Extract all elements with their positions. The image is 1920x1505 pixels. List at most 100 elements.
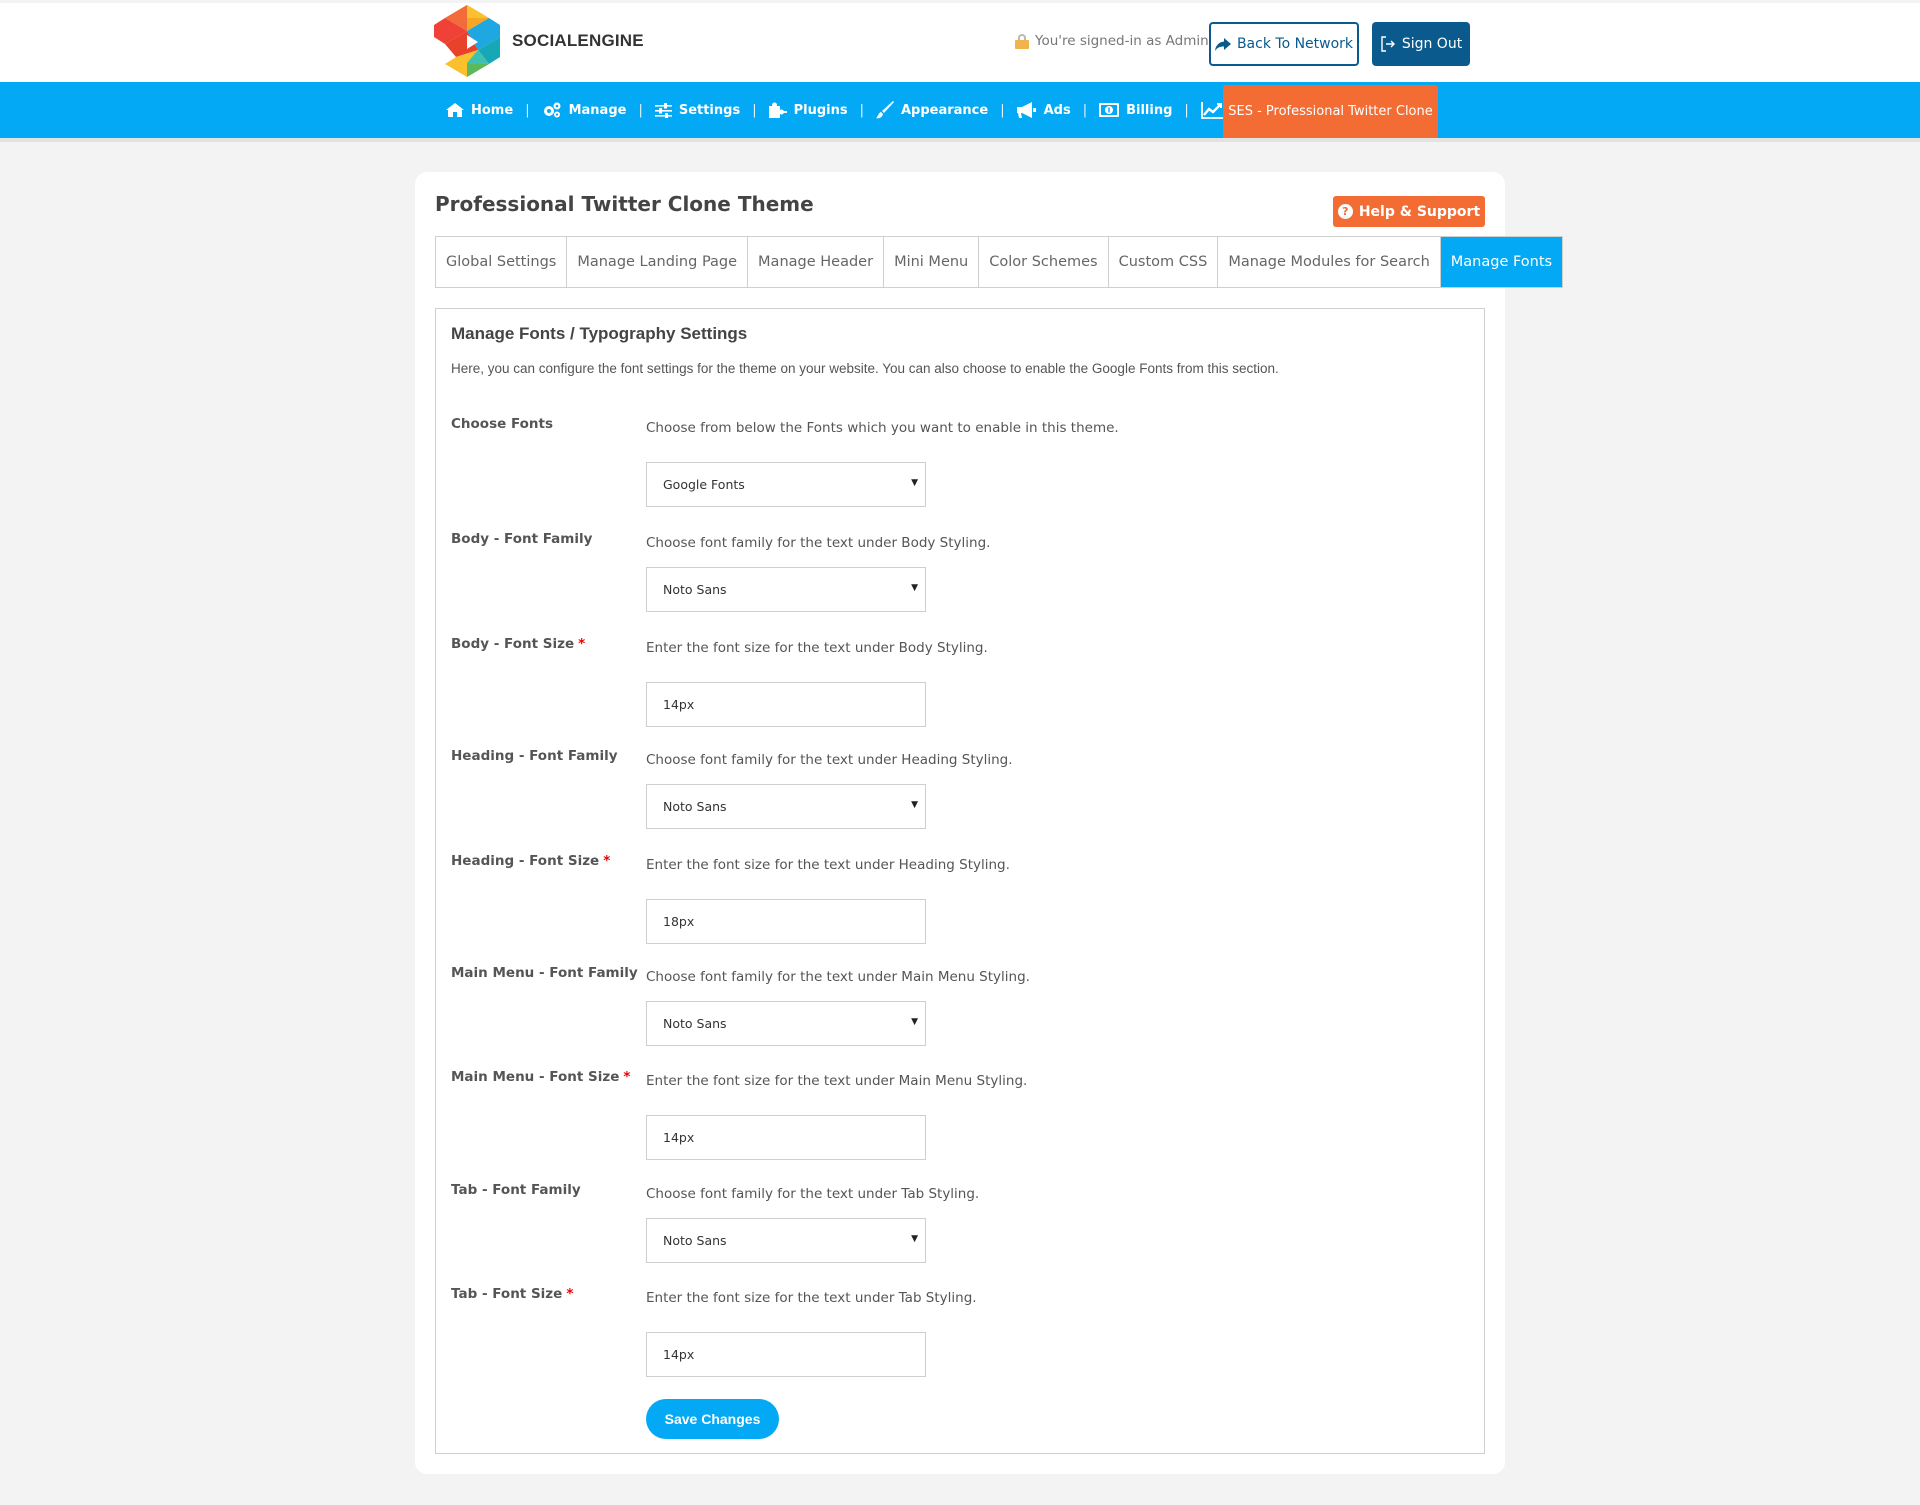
tab-font-size-input[interactable]: 14px (646, 1332, 926, 1377)
nav-shadow (0, 138, 1920, 142)
brush-icon (875, 101, 894, 119)
brand-name: SOCIALENGINE (512, 31, 644, 50)
tab-global-settings[interactable]: Global Settings (436, 237, 568, 287)
nav-item-plugins[interactable]: Plugins (768, 82, 848, 138)
tab-mini-menu[interactable]: Mini Menu (884, 237, 980, 287)
tab-font-family-select[interactable]: Noto Sans ▼ (646, 1218, 926, 1263)
field-description: Enter the font size for the text under M… (646, 1073, 1028, 1089)
tab-manage-fonts[interactable]: Manage Fonts (1440, 237, 1564, 287)
select-value: Noto Sans (663, 799, 727, 814)
nav-item-appearance[interactable]: Appearance (875, 82, 989, 138)
tab-manage-modules-for-search[interactable]: Manage Modules for Search (1218, 237, 1441, 287)
required-asterisk: * (603, 853, 611, 869)
nav-separator: | (1000, 102, 1005, 118)
back-to-network-label: Back To Network (1236, 36, 1354, 52)
select-value: Noto Sans (663, 1016, 727, 1031)
main-menu-font-family-select[interactable]: Noto Sans ▼ (646, 1001, 926, 1046)
back-to-network-button[interactable]: Back To Network (1209, 22, 1359, 66)
nav-separator: | (525, 102, 530, 118)
field-label: Choose Fonts (451, 416, 554, 432)
tab-color-schemes[interactable]: Color Schemes (979, 237, 1109, 287)
socialengine-logo-icon[interactable] (434, 5, 500, 77)
question-circle-icon: ? (1337, 204, 1353, 219)
sign-out-icon (1381, 36, 1395, 52)
help-support-button[interactable]: ? Help & Support (1333, 196, 1485, 227)
input-value: 14px (663, 1130, 695, 1145)
field-description: Choose from below the Fonts which you wa… (646, 420, 1119, 436)
nav-item-ses-professional-twitter-clone[interactable]: SES - Professional Twitter Clone (1223, 85, 1438, 138)
caret-down-icon: ▼ (911, 478, 918, 488)
nav-separator: | (638, 102, 643, 118)
caret-down-icon: ▼ (911, 583, 918, 593)
field-label: Main Menu - Font Family (451, 965, 638, 981)
select-value: Noto Sans (663, 1233, 727, 1248)
form-description: Here, you can configure the font setting… (451, 361, 1279, 376)
select-value: Google Fonts (663, 477, 745, 492)
heading-font-size-input[interactable]: 18px (646, 899, 926, 944)
help-support-label: Help & Support (1358, 203, 1481, 220)
field-label: Tab - Font Family (451, 1182, 581, 1198)
field-label: Heading - Font Family (451, 748, 618, 764)
top-header: SOCIALENGINE You're signed-in as Admin B… (0, 3, 1920, 82)
choose-fonts-select[interactable]: Google Fonts ▼ (646, 462, 926, 507)
main-nav: Home | Manage | Settings | Plugins | App… (0, 82, 1920, 138)
typography-settings-panel: Manage Fonts / Typography Settings Here,… (435, 308, 1485, 1454)
page-title: Professional Twitter Clone Theme (435, 192, 814, 216)
caret-down-icon: ▼ (911, 1234, 918, 1244)
form-title: Manage Fonts / Typography Settings (451, 324, 748, 343)
field-description: Choose font family for the text under Ma… (646, 969, 1030, 985)
tab-manage-header[interactable]: Manage Header (748, 237, 885, 287)
body-font-family-select[interactable]: Noto Sans ▼ (646, 567, 926, 612)
field-description: Choose font family for the text under Bo… (646, 535, 991, 551)
nav-item-label: Settings (678, 102, 741, 118)
nav-item-label: Ads (1043, 102, 1071, 118)
nav-item-settings[interactable]: Settings (654, 82, 741, 138)
signed-in-status: You're signed-in as Admin (1015, 33, 1209, 49)
select-value: Noto Sans (663, 582, 727, 597)
nav-item-label: Plugins (793, 102, 848, 118)
nav-item-label: Billing (1126, 102, 1173, 118)
sliders-icon (654, 102, 672, 118)
save-changes-button[interactable]: Save Changes (646, 1399, 779, 1439)
puzzle-icon (768, 102, 787, 118)
line-chart-icon (1200, 101, 1223, 119)
required-asterisk: * (566, 1286, 574, 1302)
required-asterisk: * (623, 1069, 631, 1085)
nav-item-ads[interactable]: Ads (1016, 82, 1071, 138)
nav-item-home[interactable]: Home (446, 82, 513, 138)
sign-out-label: Sign Out (1401, 36, 1463, 52)
money-icon (1099, 103, 1120, 117)
sign-out-button[interactable]: Sign Out (1372, 22, 1470, 66)
nav-item-label: Manage (568, 102, 627, 118)
tab-custom-css[interactable]: Custom CSS (1108, 237, 1219, 287)
input-value: 14px (663, 697, 695, 712)
settings-tabs: Global Settings Manage Landing Page Mana… (435, 236, 1564, 288)
nav-separator: | (1184, 102, 1189, 118)
caret-down-icon: ▼ (911, 800, 918, 810)
signed-in-text: You're signed-in as Admin (1035, 33, 1209, 49)
nav-separator: | (859, 102, 864, 118)
body-font-size-input[interactable]: 14px (646, 682, 926, 727)
input-value: 18px (663, 914, 695, 929)
required-asterisk: * (578, 636, 586, 652)
field-label: Body - Font Family (451, 531, 593, 547)
field-description: Enter the font size for the text under B… (646, 640, 988, 656)
tab-manage-landing-page[interactable]: Manage Landing Page (567, 237, 749, 287)
heading-font-family-select[interactable]: Noto Sans ▼ (646, 784, 926, 829)
nav-separator: | (1082, 102, 1088, 118)
share-arrow-icon (1214, 37, 1231, 51)
caret-down-icon: ▼ (911, 1017, 918, 1027)
field-description: Choose font family for the text under Ta… (646, 1186, 980, 1202)
megaphone-icon (1016, 102, 1036, 118)
nav-item-label: Appearance (900, 102, 989, 118)
main-menu-font-size-input[interactable]: 14px (646, 1115, 926, 1160)
field-label: Tab - Font Size * (451, 1286, 574, 1302)
field-description: Enter the font size for the text under H… (646, 857, 1010, 873)
nav-item-manage[interactable]: Manage (542, 82, 627, 138)
field-description: Choose font family for the text under He… (646, 752, 1013, 768)
gears-icon (543, 102, 561, 118)
field-label: Heading - Font Size * (451, 853, 611, 869)
home-icon (446, 103, 464, 117)
field-description: Enter the font size for the text under T… (646, 1290, 977, 1306)
nav-item-billing[interactable]: Billing (1099, 82, 1172, 138)
